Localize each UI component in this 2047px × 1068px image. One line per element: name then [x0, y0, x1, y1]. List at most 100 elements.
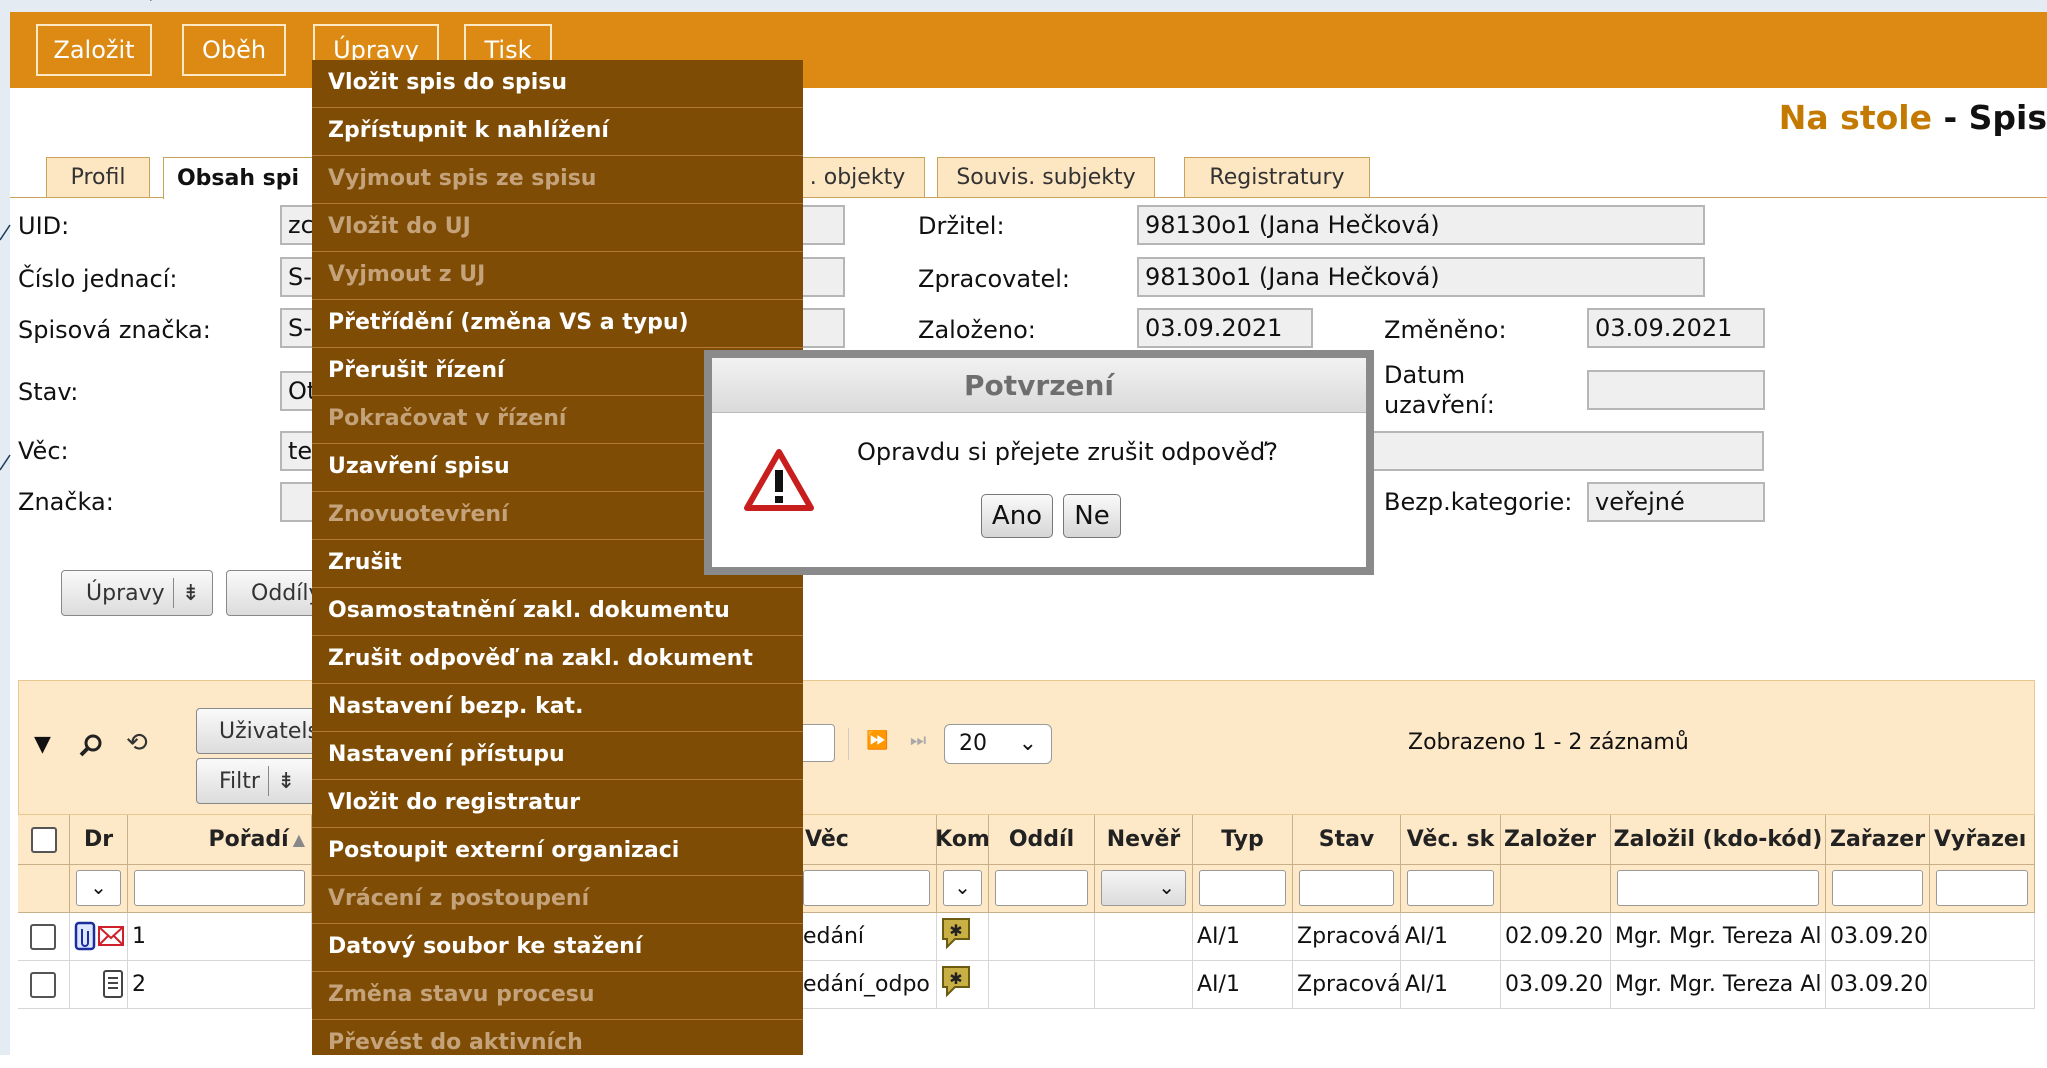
- tab-souvis-objekty[interactable]: . objekty: [790, 157, 925, 197]
- filter-poradi-input[interactable]: [134, 870, 305, 906]
- menu-item-vlozit-do-registratur[interactable]: Vložit do registratur: [312, 780, 803, 828]
- filter-typ-input[interactable]: [1199, 870, 1286, 906]
- filter-oddil-input[interactable]: [995, 870, 1088, 906]
- row-checkbox[interactable]: [30, 972, 56, 998]
- header-nevere[interactable]: Nevěř: [1095, 815, 1193, 865]
- bezp-kategorie-field[interactable]: veřejné: [1587, 482, 1765, 522]
- comment-icon[interactable]: ✱: [939, 963, 973, 999]
- menu-item-vlozit-spis-do-spisu[interactable]: Vložit spis do spisu: [312, 60, 803, 108]
- menu-item-osamostatneni[interactable]: Osamostatnění zakl. dokumentu: [312, 588, 803, 636]
- next-page-icon[interactable]: ⏩: [866, 730, 888, 751]
- filter-vec-sk-input[interactable]: [1407, 870, 1494, 906]
- menu-item-vlozit-do-uj: Vložit do UJ: [312, 204, 803, 252]
- tab-obsah-spisu[interactable]: Obsah spi: [163, 157, 313, 199]
- filter-zarazen: [1826, 865, 1930, 913]
- filter-zarazen-input[interactable]: [1832, 870, 1923, 906]
- filter-oddil: [989, 865, 1095, 913]
- menu-item-datovy-soubor[interactable]: Datový soubor ke stažení: [312, 924, 803, 972]
- header-zalozen[interactable]: Založer: [1501, 815, 1611, 865]
- filter-vyrazen-input[interactable]: [1936, 870, 2028, 906]
- select-all-checkbox[interactable]: [30, 826, 57, 853]
- chevron-down-icon: ⇟: [181, 580, 201, 606]
- bezp-kategorie-label: Bezp.kategorie:: [1384, 488, 1573, 516]
- cell-poradi: 1: [128, 913, 312, 961]
- filter-kom-select[interactable]: ⌄: [943, 870, 982, 906]
- filter-poradi: [128, 865, 312, 913]
- cell-typ: AI/1: [1193, 961, 1293, 1009]
- tab-souvis-subjekty[interactable]: Souvis. subjekty: [937, 157, 1155, 197]
- header-vec-sk[interactable]: Věc. sk: [1401, 815, 1501, 865]
- cell-stav: Zpracová: [1293, 961, 1401, 1009]
- filter-nevere-select[interactable]: ⌄: [1101, 870, 1186, 906]
- cell-kom: ✱: [937, 913, 989, 961]
- comment-icon[interactable]: ✱: [939, 915, 973, 951]
- drzitel-field[interactable]: 98130o1 (Jana Hečková): [1137, 205, 1705, 245]
- drzitel-label: Držitel:: [918, 212, 1005, 240]
- header-select-all[interactable]: [18, 815, 70, 865]
- tab-profil[interactable]: Profil: [46, 157, 150, 197]
- filter-zalozen: [1501, 865, 1611, 913]
- section-upravy-button[interactable]: Úpravy ⇟: [61, 570, 213, 616]
- filter-zalozil-input[interactable]: [1617, 870, 1819, 906]
- menu-item-zmena-stavu-procesu: Změna stavu procesu: [312, 972, 803, 1020]
- filter-stav: [1293, 865, 1401, 913]
- button-separator: [172, 578, 174, 608]
- row-icons: [70, 913, 128, 961]
- row-checkbox[interactable]: [30, 924, 56, 950]
- button-separator: [267, 766, 269, 796]
- menu-item-nastaveni-bezp-kat[interactable]: Nastavení bezp. kat.: [312, 684, 803, 732]
- page-title-prefix: Na stole: [1778, 98, 1932, 137]
- menu-item-nastaveni-pristupu[interactable]: Nastavení přístupu: [312, 732, 803, 780]
- header-zalozil[interactable]: Založil (kdo-kód): [1611, 815, 1826, 865]
- menu-item-zrusit-odpoved[interactable]: Zrušit odpověď na zakl. dokument: [312, 636, 803, 684]
- header-zarazen[interactable]: Zařazer: [1826, 815, 1930, 865]
- zalozeno-field[interactable]: 03.09.2021: [1137, 308, 1313, 348]
- datum-uzavreni-field[interactable]: [1587, 370, 1765, 410]
- header-vec[interactable]: Věc: [803, 815, 937, 865]
- header-dr[interactable]: Dr: [70, 815, 128, 865]
- spisova-znacka-label: Spisová značka:: [18, 316, 211, 344]
- cislo-jednaci-label: Číslo jednací:: [18, 265, 178, 293]
- header-vyrazen[interactable]: Vyřazeı: [1930, 815, 2035, 865]
- chevron-down-icon: ⌄: [1018, 731, 1037, 756]
- cell-zarazen: 03.09.20: [1826, 913, 1930, 961]
- filter-zalozil: [1611, 865, 1826, 913]
- menu-item-pretrideni[interactable]: Přetřídění (změna VS a typu): [312, 300, 803, 348]
- menu-item-postoupit-externi-organizaci[interactable]: Postoupit externí organizaci: [312, 828, 803, 876]
- zmeneno-field[interactable]: 03.09.2021: [1587, 308, 1765, 348]
- cell-zarazen: 03.09.20: [1826, 961, 1930, 1009]
- cell-vec-sk: AI/1: [1401, 961, 1501, 1009]
- filter-dr-select[interactable]: ⌄: [76, 870, 121, 906]
- header-typ[interactable]: Typ: [1193, 815, 1293, 865]
- zalozit-button[interactable]: Založit: [36, 24, 152, 76]
- menu-item-prevest-do-aktivnich: Převést do aktivních: [328, 1030, 583, 1055]
- znacka-label: Značka:: [18, 488, 114, 516]
- filtr-button[interactable]: Filtr ⇟: [196, 758, 316, 804]
- refresh-icon[interactable]: ⟲: [126, 728, 148, 758]
- last-page-icon[interactable]: ⏭: [910, 730, 926, 751]
- dialog-no-button[interactable]: Ne: [1063, 494, 1121, 538]
- header-oddil[interactable]: Oddíl: [989, 815, 1095, 865]
- filter-nevere: ⌄: [1095, 865, 1193, 913]
- menu-item-zpristupnit-k-nahlizeni[interactable]: Zpřístupnit k nahlížení: [312, 108, 803, 156]
- filter-stav-input[interactable]: [1299, 870, 1394, 906]
- header-kom[interactable]: Kom: [937, 815, 989, 865]
- page-size-select[interactable]: 20 ⌄: [944, 724, 1052, 764]
- filter-vyrazen: [1930, 865, 2035, 913]
- cell-zalozen: 03.09.20: [1501, 961, 1611, 1009]
- expand-triangle-icon[interactable]: ▼: [34, 732, 51, 757]
- search-icon[interactable]: [78, 732, 104, 758]
- filter-vec-input[interactable]: [803, 870, 930, 906]
- obeh-button[interactable]: Oběh: [182, 24, 286, 76]
- dialog-yes-button[interactable]: Ano: [981, 494, 1053, 538]
- uzivatelske-button[interactable]: Uživatels: [196, 708, 319, 754]
- tab-registratury[interactable]: Registratury: [1184, 157, 1370, 197]
- header-poradi-label: Pořadí: [208, 827, 289, 852]
- cell-poradi: 2: [128, 961, 312, 1009]
- cell-nevere: [1095, 913, 1193, 961]
- header-stav[interactable]: Stav: [1293, 815, 1401, 865]
- header-poradi[interactable]: Pořadí ▲: [128, 815, 312, 865]
- stav-label: Stav:: [18, 378, 79, 406]
- cell-oddil: [989, 913, 1095, 961]
- zpracovatel-field[interactable]: 98130o1 (Jana Hečková): [1137, 257, 1705, 297]
